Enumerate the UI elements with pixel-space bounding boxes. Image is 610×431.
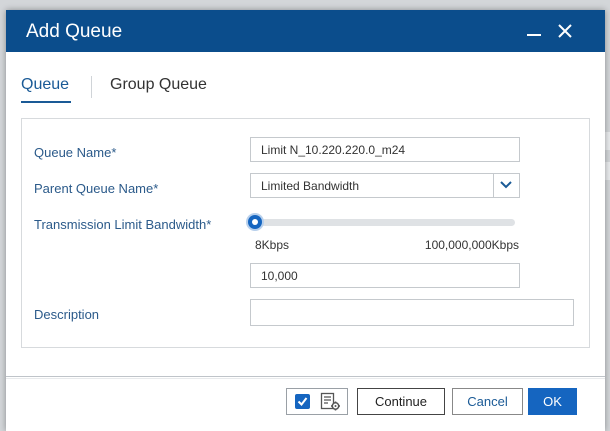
bandwidth-input[interactable]: 10,000	[250, 263, 520, 288]
checkbox[interactable]	[295, 394, 310, 409]
dialog-titlebar: Add Queue	[6, 10, 605, 52]
slider-max-label: 100,000,000Kbps	[424, 238, 519, 252]
parent-queue-select[interactable]: Limited Bandwidth	[250, 173, 520, 198]
tab-group-queue[interactable]: Group Queue	[110, 76, 207, 94]
parent-queue-label: Parent Queue Name*	[34, 181, 159, 196]
dropdown-toggle[interactable]	[493, 174, 519, 197]
parent-queue-value: Limited Bandwidth	[261, 179, 360, 193]
queue-name-input[interactable]: Limit N_10.220.220.0_m24	[250, 137, 520, 162]
description-label: Description	[34, 307, 100, 322]
continue-button[interactable]: Continue	[357, 388, 445, 415]
ok-button[interactable]: OK	[528, 388, 577, 415]
slider-min-label: 8Kbps	[255, 238, 290, 252]
dialog-title: Add Queue	[26, 21, 123, 42]
add-queue-dialog: Add Queue Queue Group Queue Queue Name* …	[6, 10, 605, 431]
required-marker: *	[111, 145, 117, 160]
close-button[interactable]	[553, 18, 577, 44]
close-icon	[558, 24, 572, 38]
active-tab-indicator	[21, 101, 71, 103]
tab-label: Queue	[21, 76, 70, 93]
description-input[interactable]	[250, 299, 574, 326]
list-settings-icon	[320, 392, 340, 411]
footer-divider	[6, 378, 605, 379]
tab-divider	[91, 76, 92, 98]
options-button[interactable]	[286, 388, 348, 415]
form-panel: Queue Name* Limit N_10.220.220.0_m24 Par…	[21, 118, 590, 348]
tab-queue[interactable]: Queue	[21, 76, 71, 103]
required-marker: *	[206, 217, 212, 232]
check-icon	[297, 397, 308, 407]
minimize-icon	[527, 34, 541, 36]
footer-divider	[6, 376, 605, 377]
cancel-button[interactable]: Cancel	[452, 388, 523, 415]
minimize-button[interactable]	[522, 18, 546, 44]
tab-bar: Queue Group Queue	[21, 76, 591, 104]
tab-label: Group Queue	[110, 76, 207, 93]
required-marker: *	[153, 181, 159, 196]
bandwidth-slider-track[interactable]	[255, 219, 515, 226]
bandwidth-label: Transmission Limit Bandwidth*	[34, 217, 212, 232]
queue-name-label: Queue Name*	[34, 145, 117, 160]
bandwidth-slider-handle[interactable]	[248, 215, 262, 229]
chevron-down-icon	[500, 181, 512, 189]
